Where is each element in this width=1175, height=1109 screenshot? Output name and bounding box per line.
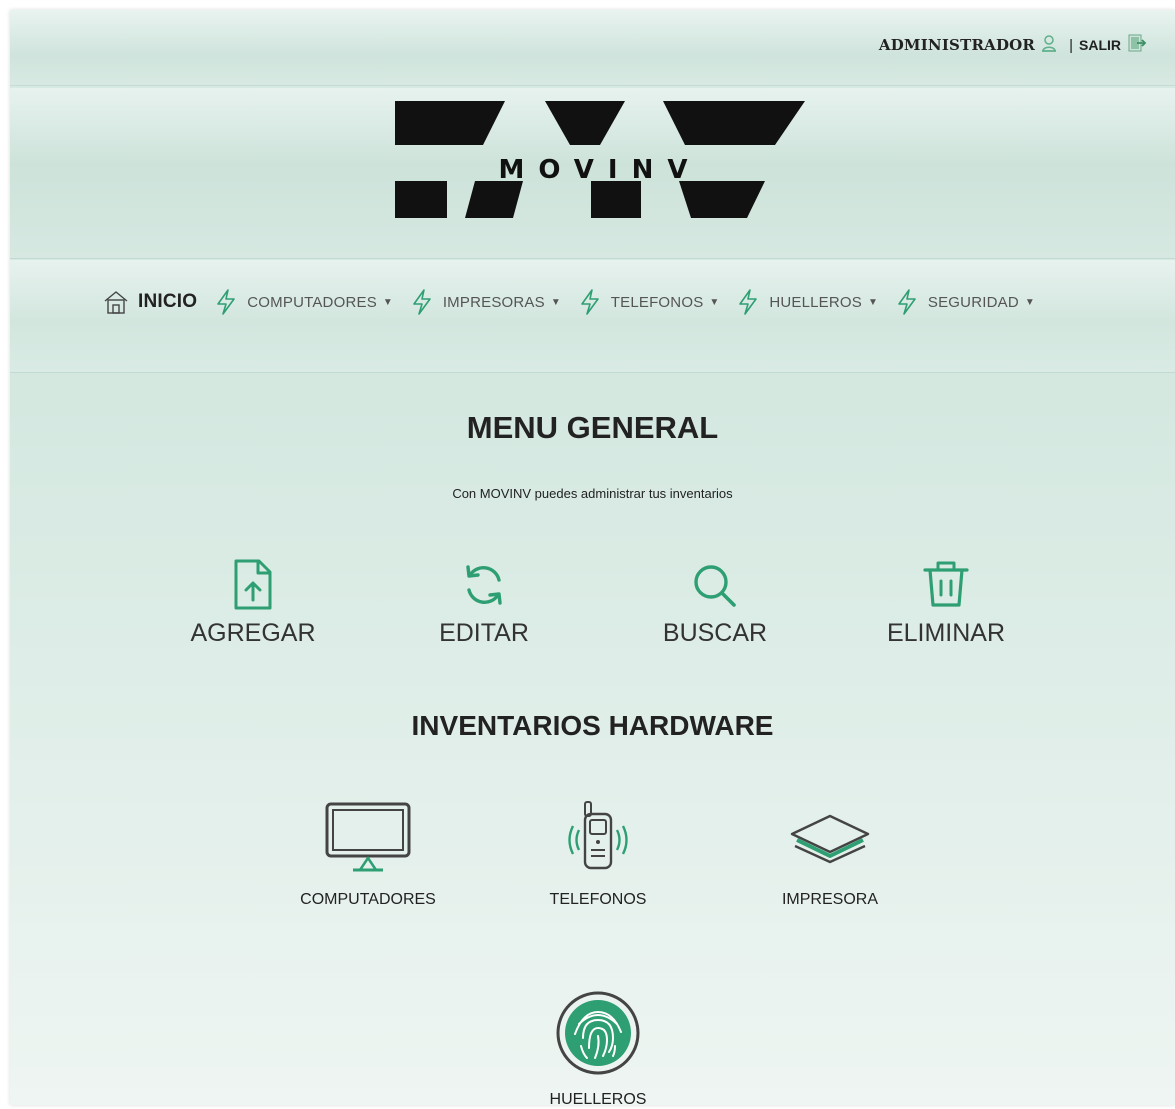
lightning-icon [739, 289, 758, 315]
agregar-label: AGREGAR [190, 619, 316, 647]
nav-item-huelleros[interactable]: HUELLEROS ▼ [735, 288, 878, 316]
buscar-button[interactable]: BUSCAR [625, 558, 805, 648]
lightning-icon [217, 289, 236, 315]
nav-item-computadores[interactable]: COMPUTADORES ▼ [213, 288, 393, 316]
hw-label-huelleros: HUELLEROS [549, 1091, 647, 1108]
search-icon [694, 565, 736, 607]
logout-icon[interactable] [1127, 33, 1147, 57]
home-icon [104, 291, 128, 314]
chevron-down-icon: ▼ [1024, 296, 1035, 308]
trash-icon [923, 561, 969, 607]
nav-label-inicio: INICIO [138, 291, 198, 312]
user-box: ADMINISTRADOR | SALIR [878, 33, 1147, 57]
buscar-label: BUSCAR [662, 619, 768, 647]
logo-text: MOVINV [499, 155, 702, 185]
chevron-down-icon: ▼ [709, 296, 720, 308]
chevron-down-icon: ▼ [550, 296, 561, 308]
logo-band: MOVINV [10, 88, 1175, 259]
chevron-down-icon: ▼ [382, 296, 393, 308]
eliminar-label: ELIMINAR [886, 619, 1006, 647]
monitor-icon [325, 802, 411, 872]
nav-label-huelleros: HUELLEROS [769, 293, 862, 311]
header-separator: | [1069, 36, 1073, 54]
hw-computadores[interactable]: COMPUTADORES [278, 800, 458, 909]
editar-label: EDITAR [439, 619, 529, 647]
nav-item-inicio[interactable]: INICIO [102, 288, 197, 316]
hw-impresora[interactable]: IMPRESORA [740, 800, 920, 909]
page-title: MENU GENERAL [466, 410, 719, 445]
refresh-icon [466, 565, 502, 605]
hw-label-impresora: IMPRESORA [781, 891, 878, 908]
chevron-down-icon: ▼ [867, 296, 878, 308]
agregar-button[interactable]: AGREGAR [163, 558, 343, 648]
app-frame: ADMINISTRADOR | SALIR MOVINV INICIO COMP… [10, 10, 1175, 1108]
hardware-title: INVENTARIOS HARDWARE [411, 710, 774, 741]
user-icon [1041, 34, 1057, 56]
hw-label-computadores: COMPUTADORES [300, 891, 436, 908]
hw-label-telefonos: TELEFONOS [549, 891, 647, 908]
lightning-icon [580, 289, 599, 315]
phone-icon [568, 801, 628, 870]
nav-item-seguridad[interactable]: SEGURIDAD ▼ [894, 288, 1035, 316]
user-label: ADMINISTRADOR [878, 36, 1036, 54]
nav-label-impresoras: IMPRESORAS [442, 293, 545, 311]
nav-band: INICIO COMPUTADORES ▼ IMPRESORAS ▼ TELEF… [10, 260, 1175, 373]
nav-label-seguridad: SEGURIDAD [927, 293, 1019, 311]
fingerprint-icon [556, 991, 640, 1075]
hw-huelleros[interactable]: HUELLEROS [508, 988, 688, 1109]
lightning-icon [898, 289, 916, 315]
nav-item-telefonos[interactable]: TELEFONOS ▼ [577, 288, 720, 316]
hw-telefonos[interactable]: TELEFONOS [508, 800, 688, 909]
editar-button[interactable]: EDITAR [394, 558, 574, 648]
eliminar-button[interactable]: ELIMINAR [856, 558, 1036, 648]
nav-label-computadores: COMPUTADORES [247, 293, 377, 311]
lightning-icon [413, 289, 431, 315]
top-bar: ADMINISTRADOR | SALIR [10, 10, 1175, 86]
logout-link[interactable]: SALIR [1079, 37, 1121, 53]
nav-label-telefonos: TELEFONOS [610, 293, 704, 311]
main-nav: INICIO COMPUTADORES ▼ IMPRESORAS ▼ TELEF… [102, 286, 1051, 318]
page-subtitle: Con MOVINV puedes administrar tus invent… [452, 486, 733, 501]
movinv-logo[interactable]: MOVINV [395, 101, 805, 221]
layers-icon [790, 814, 870, 864]
file-upload-icon [234, 559, 272, 610]
nav-item-impresoras[interactable]: IMPRESORAS ▼ [409, 288, 561, 316]
